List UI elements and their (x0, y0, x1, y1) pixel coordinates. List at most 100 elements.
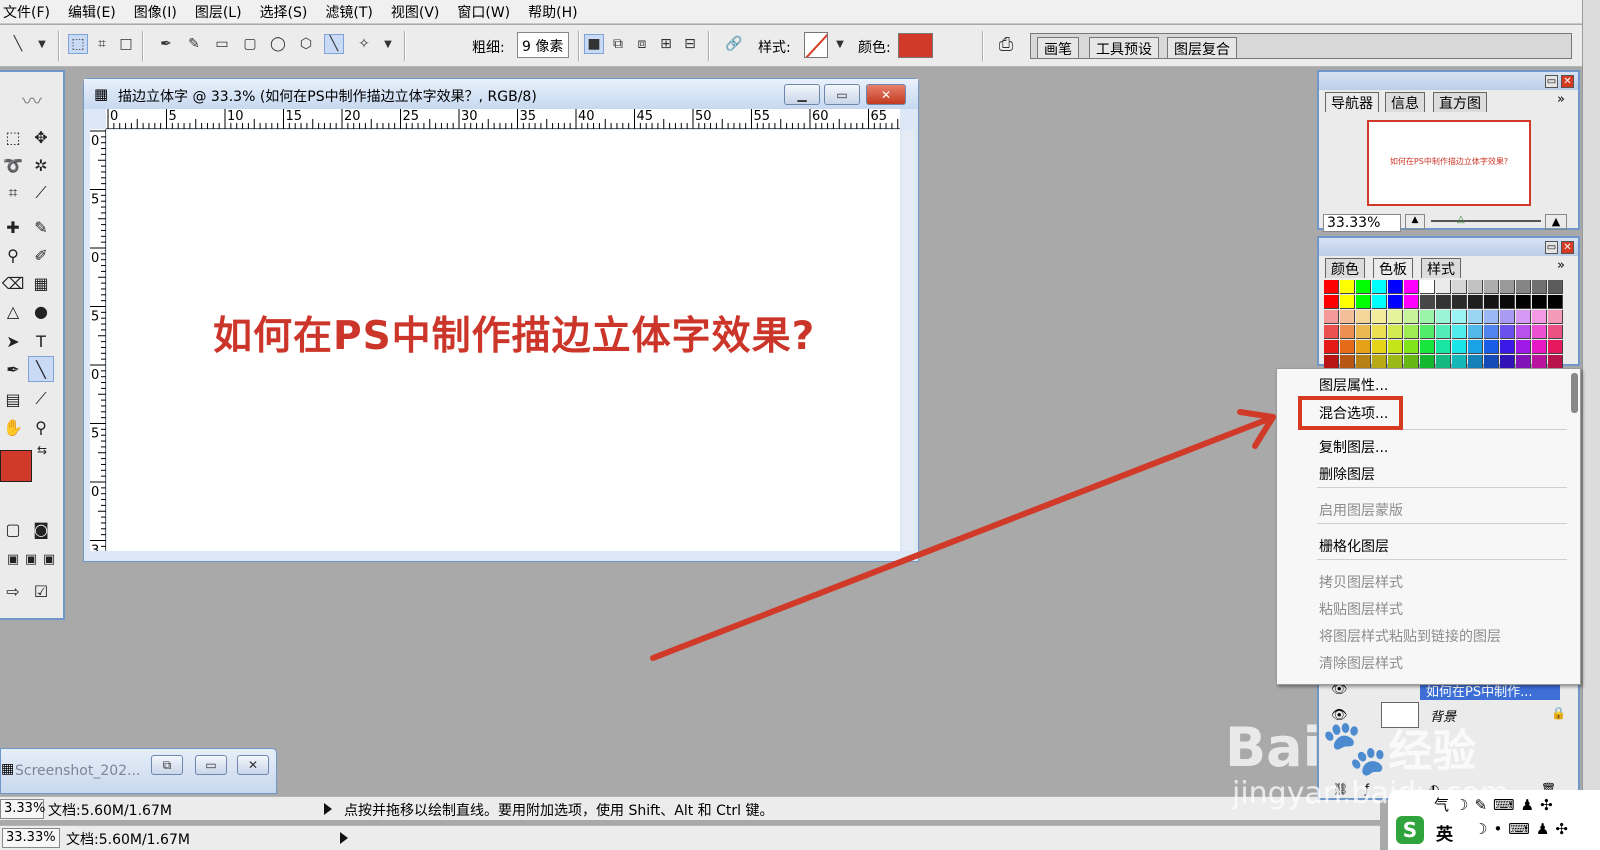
color-swatch[interactable] (1468, 310, 1483, 324)
color-swatch[interactable] (1340, 355, 1355, 369)
color-swatch[interactable] (1340, 295, 1355, 309)
hand-tool-icon[interactable]: ✋ (0, 414, 26, 440)
foreground-color[interactable] (0, 450, 32, 482)
history-brush-icon[interactable]: ✐ (28, 242, 54, 268)
color-swatch[interactable] (1372, 325, 1387, 339)
color-swatch[interactable] (1516, 310, 1531, 324)
color-swatch[interactable] (1532, 325, 1547, 339)
menu-view[interactable]: 视图(V) (382, 2, 449, 22)
gradient-tool-icon[interactable]: ▦ (28, 270, 54, 296)
color-swatch[interactable] (1452, 325, 1467, 339)
exclude-shape-icon[interactable]: ⊟ (680, 34, 700, 54)
color-swatch[interactable] (1500, 295, 1515, 309)
color-swatch[interactable] (1436, 295, 1451, 309)
color-swatch[interactable] (1356, 295, 1371, 309)
dodge-tool-icon[interactable]: ● (28, 298, 54, 324)
zoom-field[interactable]: 3.33% (0, 799, 45, 819)
color-swatch[interactable] (1324, 325, 1339, 339)
vertical-scrollbar[interactable] (902, 130, 914, 551)
menu-select[interactable]: 选择(S) (251, 2, 317, 22)
color-swatch[interactable] (1516, 280, 1531, 294)
color-swatch[interactable] (1548, 310, 1563, 324)
color-swatch[interactable] (1516, 295, 1531, 309)
color-swatch[interactable] (1388, 325, 1403, 339)
color-swatch[interactable] (1420, 310, 1435, 324)
quick-mask-icon[interactable]: ◙ (28, 516, 54, 542)
color-swatch[interactable] (1340, 280, 1355, 294)
paths-icon[interactable]: ⌗ (92, 34, 112, 54)
color-swatch[interactable] (1420, 355, 1435, 369)
maximize-button[interactable]: ▭ (824, 84, 860, 105)
color-swatch[interactable] (1548, 295, 1563, 309)
slice-tool-icon[interactable]: ⟋ (28, 180, 54, 206)
shape-layers-icon[interactable]: ⬚ (68, 34, 88, 54)
line-shape-icon[interactable]: ╲ (324, 34, 344, 54)
color-swatch[interactable] (1404, 340, 1419, 354)
healing-brush-icon[interactable]: ✚ (0, 214, 26, 240)
rectangle-tool-icon[interactable]: ▭ (212, 34, 232, 54)
color-swatch[interactable] (1468, 295, 1483, 309)
path-select-icon[interactable]: ➤ (0, 328, 26, 354)
intersect-shape-icon[interactable]: ⊞ (656, 34, 676, 54)
color-swatch[interactable] (1324, 280, 1339, 294)
color-swatch[interactable] (1548, 325, 1563, 339)
color-swatch[interactable] (1484, 280, 1499, 294)
color-swatch[interactable] (1436, 280, 1451, 294)
color-swatch[interactable] (1500, 280, 1515, 294)
color-swatch[interactable] (1324, 310, 1339, 324)
well-tab-tool-presets[interactable]: 工具预设 (1089, 37, 1159, 58)
color-swatch[interactable] (898, 33, 933, 58)
eyedropper-icon[interactable]: ⟋ (28, 386, 54, 412)
menu-edit[interactable]: 编辑(E) (59, 2, 125, 22)
color-swatch[interactable] (1532, 310, 1547, 324)
color-swatch[interactable] (1500, 355, 1515, 369)
color-swatch[interactable] (1436, 325, 1451, 339)
zoom-tool-icon[interactable]: ⚲ (28, 414, 54, 440)
subtract-shape-icon[interactable]: ⧈ (632, 34, 652, 54)
menu-image[interactable]: 图像(I) (125, 2, 186, 22)
color-swatch[interactable] (1372, 355, 1387, 369)
panel-menu-icon[interactable]: » (1557, 258, 1565, 273)
screen-mode-full-icon[interactable]: ▣ (36, 546, 62, 572)
pen-tool-icon[interactable]: ✒ (156, 34, 176, 54)
eraser-tool-icon[interactable]: ⌫ (0, 270, 26, 296)
chevron-down-icon[interactable]: ▼ (378, 34, 398, 54)
notes-tool-icon[interactable]: ▤ (0, 386, 26, 412)
color-swatch[interactable] (1484, 325, 1499, 339)
magic-wand-icon[interactable]: ✲ (28, 152, 54, 178)
minimized-document-window[interactable]: ▦ Screenshot_202... ⧉ ▭ ✕ (0, 748, 277, 794)
well-tab-brushes[interactable]: 画笔 (1037, 37, 1079, 58)
color-swatch[interactable] (1420, 340, 1435, 354)
canvas[interactable]: 如何在PS中制作描边立体字效果? (107, 130, 900, 551)
color-swatch[interactable] (1372, 310, 1387, 324)
ime-mode[interactable]: 英 (1436, 820, 1453, 845)
color-swatch[interactable] (1404, 355, 1419, 369)
ime-toolbar-icons[interactable]: ☽•⌨♟✣ (1474, 820, 1574, 838)
color-swatch[interactable] (1468, 325, 1483, 339)
close-button[interactable]: ✕ (866, 84, 906, 105)
color-swatch[interactable] (1468, 280, 1483, 294)
panel-header[interactable]: ▭ ✕ (1319, 72, 1578, 90)
color-swatch[interactable] (1452, 295, 1467, 309)
move-tool-icon[interactable]: ✥ (28, 124, 54, 150)
panel-close-icon[interactable]: ✕ (1561, 241, 1574, 254)
menu-filter[interactable]: 滤镜(T) (316, 2, 381, 22)
panel-close-icon[interactable]: ✕ (1561, 75, 1574, 88)
well-tab-layer-comps[interactable]: 图层复合 (1167, 37, 1237, 58)
panel-menu-icon[interactable]: » (1557, 92, 1565, 107)
line-tool-icon[interactable]: ╲ (28, 356, 54, 382)
color-swatch[interactable] (1356, 325, 1371, 339)
chevron-down-icon[interactable]: ▼ (830, 34, 850, 54)
color-swatch[interactable] (1420, 325, 1435, 339)
zoom-out-icon[interactable]: ▲ (1405, 214, 1425, 230)
sogou-logo-icon[interactable]: S (1396, 816, 1424, 844)
color-swatch[interactable] (1452, 355, 1467, 369)
color-swatch[interactable] (1420, 280, 1435, 294)
tab-color[interactable]: 颜色 (1325, 258, 1365, 278)
panel-minimize-icon[interactable]: ▭ (1545, 75, 1558, 88)
menu-file[interactable]: 文件(F) (0, 2, 59, 22)
color-swatch[interactable] (1404, 280, 1419, 294)
color-swatch[interactable] (1516, 355, 1531, 369)
link-icon[interactable]: 🔗 (724, 34, 744, 54)
color-swatch[interactable] (1436, 310, 1451, 324)
